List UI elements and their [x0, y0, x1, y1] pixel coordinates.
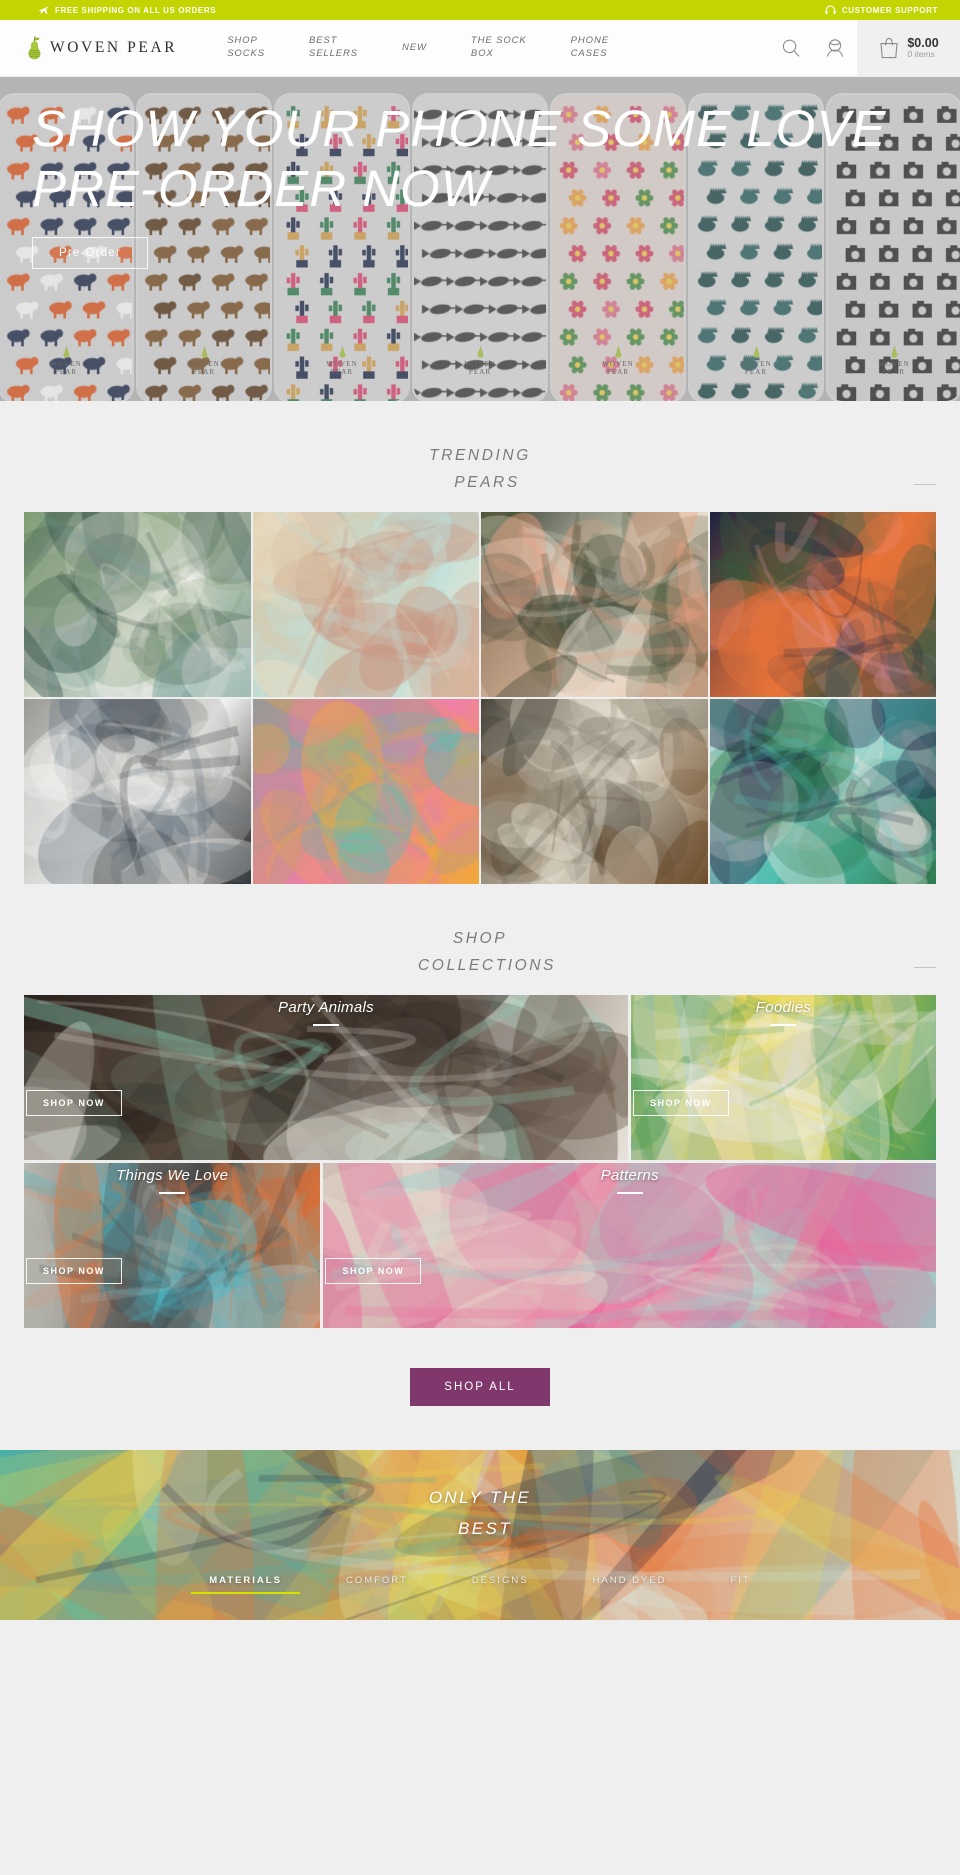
collections-section: SHOP COLLECTIONS Party Animals SHOP NOW … — [0, 884, 960, 1450]
shop-now-button[interactable]: SHOP NOW — [632, 1090, 729, 1116]
feature-tabs: MATERIALS COMFORT DESIGNS HAND DYED FIT — [0, 1575, 960, 1594]
trending-item-bison-socks-on-stone[interactable] — [481, 699, 708, 884]
collections-heading: SHOP COLLECTIONS — [24, 884, 936, 995]
account-button[interactable] — [813, 20, 857, 76]
photo-canvas — [630, 995, 936, 1160]
tab-fit[interactable]: FIT — [699, 1575, 783, 1594]
photo-canvas — [709, 512, 936, 697]
photo-canvas — [481, 699, 708, 884]
customer-support-text: CUSTOMER SUPPORT — [841, 5, 938, 15]
customer-support-link[interactable]: CUSTOMER SUPPORT — [825, 5, 938, 15]
collection-title: Patterns — [600, 1167, 659, 1184]
trending-item-bright-pink-yellow-socks[interactable] — [252, 699, 479, 884]
collection-title: Foodies — [755, 999, 812, 1016]
trending-item-camp-socks-sandals[interactable] — [481, 512, 708, 697]
trending-grid — [24, 512, 936, 884]
photo-canvas — [323, 1163, 936, 1328]
collection-image — [24, 1163, 321, 1328]
header-tools: $0.00 0 items — [769, 20, 960, 76]
heading-rule — [914, 967, 936, 968]
free-shipping-notice: FREE SHIPPING ON ALL US ORDERS — [38, 6, 216, 15]
trending-item-face-print-socks-sneakers[interactable] — [24, 699, 251, 884]
feature-heading-line2: BEST — [457, 1519, 512, 1538]
brand-name: WOVEN PEAR — [50, 39, 178, 56]
main-navigation: SHOP SOCKS BEST SELLERS NEW THE SOCK BOX… — [187, 20, 769, 76]
collection-card-foodies[interactable]: Foodies SHOP NOW — [630, 995, 936, 1160]
site-header: WOVEN PEAR SHOP SOCKS BEST SELLERS NEW T… — [0, 20, 960, 77]
photo-canvas — [24, 699, 251, 884]
collection-title-rule — [159, 1192, 186, 1194]
nav-item-phone-cases[interactable]: PHONE CASES — [549, 35, 631, 61]
trending-item-prickly-pear-socks[interactable] — [709, 699, 936, 884]
feature-heading: ONLY THE BEST — [0, 1488, 960, 1539]
trending-item-cactus-socks-on-fur[interactable] — [24, 512, 251, 697]
collection-title-rule — [616, 1192, 643, 1194]
shop-now-button[interactable]: SHOP NOW — [26, 1258, 122, 1284]
collection-card-patterns[interactable]: Patterns SHOP NOW — [323, 1163, 936, 1328]
announcement-bar: FREE SHIPPING ON ALL US ORDERS CUSTOMER … — [0, 0, 960, 20]
trending-heading-line1: TRENDING — [429, 447, 531, 464]
shop-now-button[interactable]: SHOP NOW — [26, 1090, 122, 1116]
collection-title-rule — [312, 1024, 339, 1026]
photo-canvas — [252, 512, 479, 697]
pear-logo-icon — [28, 36, 41, 60]
nav-item-the-sock-box[interactable]: THE SOCK BOX — [449, 35, 549, 61]
search-icon — [782, 39, 800, 57]
photo-canvas — [252, 699, 479, 884]
collection-card-things-we-love[interactable]: Things We Love SHOP NOW — [24, 1163, 321, 1328]
trending-item-la-vie-en-rose-socks[interactable] — [709, 512, 936, 697]
collections-row-1: Party Animals SHOP NOW Foodies SHOP NOW — [24, 995, 936, 1160]
cart-total: $0.00 — [907, 35, 939, 50]
tab-hand-dyed[interactable]: HAND DYED — [561, 1575, 699, 1594]
search-button[interactable] — [769, 20, 813, 76]
collection-title-rule — [770, 1024, 797, 1026]
photo-canvas — [709, 699, 936, 884]
photo-canvas — [481, 512, 708, 697]
collection-title: Party Animals — [278, 999, 374, 1016]
trending-heading: TRENDING PEARS — [24, 401, 936, 512]
collection-title: Things We Love — [116, 1167, 229, 1184]
nav-item-shop-socks[interactable]: SHOP SOCKS — [205, 35, 287, 61]
free-shipping-text: FREE SHIPPING ON ALL US ORDERS — [55, 5, 217, 15]
collection-image — [323, 1163, 936, 1328]
cart-button[interactable]: $0.00 0 items — [857, 20, 960, 76]
shopping-bag-icon — [880, 37, 898, 59]
brand-logo-link[interactable]: WOVEN PEAR — [0, 20, 187, 76]
account-icon — [826, 39, 844, 57]
nav-item-new[interactable]: NEW — [380, 42, 449, 55]
nav-item-best-sellers[interactable]: BEST SELLERS — [287, 35, 380, 61]
shop-all-wrapper: SHOP ALL — [24, 1328, 936, 1450]
feature-heading-line1: ONLY THE — [428, 1488, 532, 1507]
collections-heading-line1: SHOP — [452, 930, 508, 947]
photo-canvas — [24, 512, 251, 697]
tab-comfort[interactable]: COMFORT — [314, 1575, 440, 1594]
pre-order-button[interactable]: Pre-Order — [32, 237, 148, 270]
hero-headline-2: PRE-ORDER NOW — [32, 160, 490, 218]
collection-image — [630, 995, 936, 1160]
trending-heading-line2: PEARS — [454, 474, 520, 491]
hero-content: SHOW YOUR PHONE SOME LOVE PRE-ORDER NOW … — [32, 99, 940, 270]
tab-materials[interactable]: MATERIALS — [177, 1575, 314, 1594]
collections-heading-line2: COLLECTIONS — [418, 957, 556, 974]
collections-row-2: Things We Love SHOP NOW Patterns SHOP NO… — [24, 1163, 936, 1328]
trending-section: TRENDING PEARS — [0, 401, 960, 884]
photo-canvas — [24, 995, 628, 1160]
only-the-best-section: ONLY THE BEST MATERIALS COMFORT DESIGNS … — [0, 1450, 960, 1620]
hero-headline-1: SHOW YOUR PHONE SOME LOVE — [32, 100, 887, 157]
tab-designs[interactable]: DESIGNS — [440, 1575, 561, 1594]
hero-banner[interactable]: WOVEN PEAR WOVEN PEAR WOVEN PEAR WOVEN PEAR WOVE… — [0, 77, 960, 401]
collection-card-party-animals[interactable]: Party Animals SHOP NOW — [24, 995, 628, 1160]
headset-icon — [825, 5, 836, 14]
heading-rule — [914, 484, 936, 485]
trending-item-pastel-socks-on-wood[interactable] — [252, 512, 479, 697]
photo-canvas — [24, 1163, 321, 1328]
collection-image — [24, 995, 628, 1160]
shop-now-button[interactable]: SHOP NOW — [325, 1258, 422, 1284]
cart-item-count: 0 items — [907, 49, 935, 60]
shop-all-button[interactable]: SHOP ALL — [410, 1368, 550, 1406]
airplane-icon — [38, 6, 49, 14]
